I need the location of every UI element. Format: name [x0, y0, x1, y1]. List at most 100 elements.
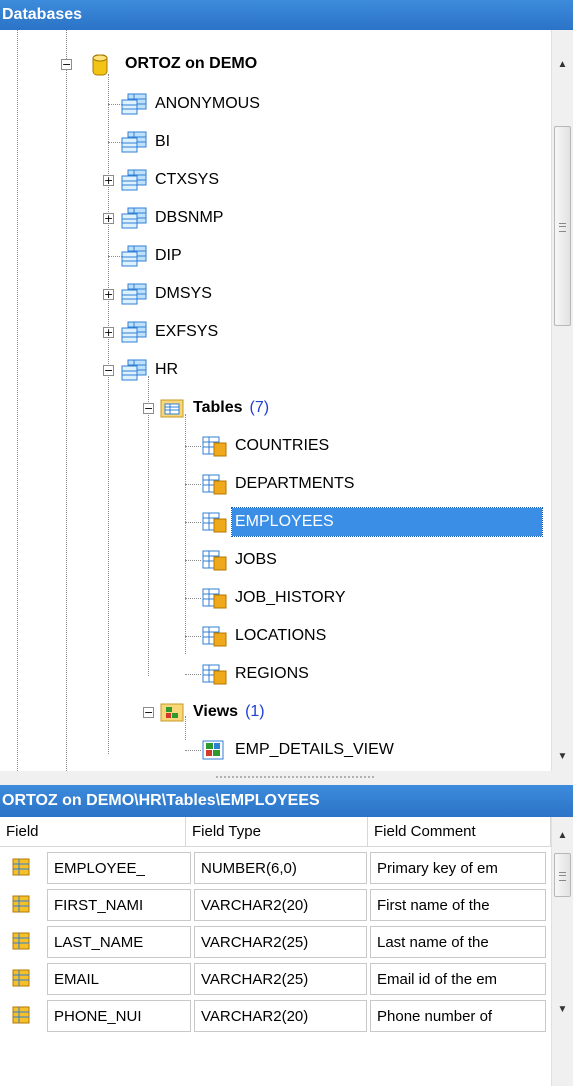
views-count: (1) [245, 703, 265, 720]
table-icon [200, 472, 228, 496]
tree-node-schema-dmsys[interactable]: DMSYS [120, 280, 215, 308]
tree-branch [185, 484, 201, 485]
schema-icon [120, 206, 148, 230]
tree-node-table-countries[interactable]: COUNTRIES [200, 432, 332, 460]
table-icon [200, 434, 228, 458]
schema-icon [120, 282, 148, 306]
tables-count: (7) [249, 399, 270, 416]
schema-icon [120, 244, 148, 268]
tree-node-table-departments[interactable]: DEPARTMENTS [200, 470, 357, 498]
cell-field[interactable]: LAST_NAME [47, 926, 191, 958]
tables-folder-icon [158, 396, 186, 420]
panel-splitter[interactable] [0, 771, 573, 785]
view-icon [200, 738, 228, 762]
scroll-thumb[interactable] [554, 126, 571, 326]
cell-field-comment[interactable]: Last name of the [370, 926, 546, 958]
schema-icon [120, 130, 148, 154]
cell-field-comment[interactable]: First name of the [370, 889, 546, 921]
schema-icon [120, 92, 148, 116]
table-icon [200, 662, 228, 686]
tree-scrollbar[interactable]: ▲ ▼ [551, 30, 573, 771]
collapse-root-toggle[interactable]: − [61, 59, 72, 70]
databases-panel-title: Databases [0, 0, 573, 30]
cell-field[interactable]: EMPLOYEE_ [47, 852, 191, 884]
expand-dmsys-toggle[interactable]: + [103, 289, 114, 300]
views-folder-icon [158, 700, 186, 724]
tree-node-table-employees[interactable]: EMPLOYEES [200, 507, 543, 537]
tree-node-schema-bi[interactable]: BI [120, 128, 173, 156]
field-icon [12, 969, 30, 990]
tree-node-schema-dip[interactable]: DIP [120, 242, 185, 270]
grid-scrollbar[interactable]: ▲ ▼ [551, 817, 573, 1086]
cell-field-type[interactable]: VARCHAR2(25) [194, 963, 367, 995]
table-row[interactable]: EMPLOYEE_ NUMBER(6,0) Primary key of em [0, 849, 551, 886]
tree-guide-line [185, 414, 186, 654]
tree-branch [185, 560, 201, 561]
cell-field-type[interactable]: NUMBER(6,0) [194, 852, 367, 884]
object-path-title: ORTOZ on DEMO\HR\Tables\EMPLOYEES [0, 785, 573, 817]
column-header-field-type[interactable]: Field Type [186, 817, 368, 847]
field-icon [12, 895, 30, 916]
tree-node-views-folder[interactable]: Views (1) [158, 698, 265, 726]
tree-node-schema-dbsnmp[interactable]: DBSNMP [120, 204, 226, 232]
collapse-views-toggle[interactable]: − [143, 707, 154, 718]
tree-guide-line [66, 30, 67, 771]
tree-branch [185, 750, 201, 751]
tree-node-table-job-history[interactable]: JOB_HISTORY [200, 584, 349, 612]
collapse-tables-toggle[interactable]: − [143, 403, 154, 414]
table-icon [200, 510, 228, 534]
column-header-field-comment[interactable]: Field Comment [368, 817, 551, 847]
field-icon [12, 1006, 30, 1027]
cell-field-comment[interactable]: Phone number of [370, 1000, 546, 1032]
tree-node-table-locations[interactable]: LOCATIONS [200, 622, 329, 650]
table-row[interactable]: EMAIL VARCHAR2(25) Email id of the em [0, 960, 551, 997]
expand-dbsnmp-toggle[interactable]: + [103, 213, 114, 224]
cell-field[interactable]: PHONE_NUI [47, 1000, 191, 1032]
tree-branch [185, 636, 201, 637]
table-row[interactable]: FIRST_NAMI VARCHAR2(20) First name of th… [0, 886, 551, 923]
field-icon [12, 932, 30, 953]
schema-icon [120, 168, 148, 192]
column-header-field[interactable]: Field [0, 817, 186, 847]
tree-node-schema-ctxsys[interactable]: CTXSYS [120, 166, 222, 194]
collapse-hr-toggle[interactable]: − [103, 365, 114, 376]
table-icon [200, 586, 228, 610]
grid-scroll-up-arrow[interactable]: ▲ [552, 825, 573, 847]
tree-node-schema-anonymous[interactable]: ANONYMOUS [120, 90, 263, 118]
schema-icon [120, 320, 148, 344]
grid-scroll-down-arrow[interactable]: ▼ [552, 999, 573, 1021]
expand-ctxsys-toggle[interactable]: + [103, 175, 114, 186]
scroll-down-arrow[interactable]: ▼ [552, 746, 573, 768]
database-tree[interactable]: − ORTOZ on DEMO ANONYMOUS BI + CTXSYS + … [0, 30, 573, 771]
grid-scroll-thumb[interactable] [554, 853, 571, 897]
cell-field[interactable]: FIRST_NAMI [47, 889, 191, 921]
tree-branch [185, 674, 201, 675]
table-icon [200, 548, 228, 572]
cell-field-comment[interactable]: Email id of the em [370, 963, 546, 995]
table-icon [200, 624, 228, 648]
table-row[interactable]: PHONE_NUI VARCHAR2(20) Phone number of [0, 997, 551, 1034]
table-row[interactable]: LAST_NAME VARCHAR2(25) Last name of the [0, 923, 551, 960]
cell-field-type[interactable]: VARCHAR2(20) [194, 889, 367, 921]
expand-exfsys-toggle[interactable]: + [103, 327, 114, 338]
scroll-up-arrow[interactable]: ▲ [552, 54, 573, 76]
cell-field-type[interactable]: VARCHAR2(25) [194, 926, 367, 958]
tree-guide-line [148, 376, 149, 676]
fields-grid[interactable]: Field Field Type Field Comment EMPLOYEE_… [0, 817, 573, 1086]
database-icon [90, 52, 118, 76]
field-icon [12, 858, 30, 879]
tree-node-schema-exfsys[interactable]: EXFSYS [120, 318, 221, 346]
schema-icon [120, 358, 148, 382]
tree-node-root-db[interactable]: ORTOZ on DEMO [90, 50, 260, 78]
tree-node-schema-hr[interactable]: HR [120, 356, 181, 384]
tree-node-view-emp-details[interactable]: EMP_DETAILS_VIEW [200, 736, 397, 764]
tree-branch [185, 446, 201, 447]
cell-field-type[interactable]: VARCHAR2(20) [194, 1000, 367, 1032]
cell-field[interactable]: EMAIL [47, 963, 191, 995]
tree-node-table-jobs[interactable]: JOBS [200, 546, 280, 574]
cell-field-comment[interactable]: Primary key of em [370, 852, 546, 884]
tree-branch [185, 522, 201, 523]
tree-branch [185, 598, 201, 599]
tree-node-table-regions[interactable]: REGIONS [200, 660, 312, 688]
tree-node-tables-folder[interactable]: Tables (7) [158, 394, 269, 422]
